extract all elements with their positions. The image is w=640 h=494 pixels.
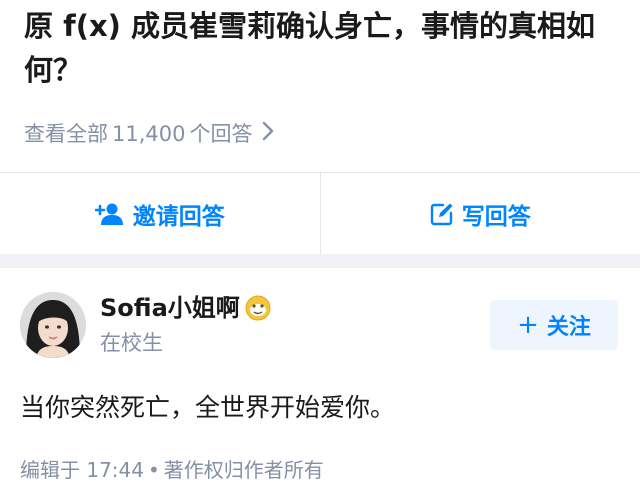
section-divider bbox=[0, 254, 640, 268]
invite-answer-button[interactable]: 邀请回答 bbox=[0, 173, 320, 254]
answers-prefix: 查看全部 bbox=[24, 122, 108, 146]
author-name[interactable]: Sofia小姐啊 bbox=[100, 292, 240, 324]
plus-icon: + bbox=[517, 310, 539, 340]
answer-meta: 编辑于 17:44 • 著作权归作者所有 bbox=[20, 456, 324, 484]
answer-content[interactable]: 当你突然死亡，全世界开始爱你。 bbox=[20, 390, 620, 426]
question-header: 原 f(x) 成员崔雪莉确认身亡，事情的真相如何？ 查看全部 11,400 个回… bbox=[0, 0, 640, 170]
chevron-right-icon bbox=[262, 118, 274, 150]
emoji-badge-icon bbox=[244, 294, 272, 322]
answers-count: 11,400 bbox=[112, 122, 186, 146]
write-answer-label: 写回答 bbox=[461, 203, 531, 230]
invite-answer-label: 邀请回答 bbox=[132, 203, 225, 230]
question-actions: 邀请回答 写回答 bbox=[0, 172, 640, 254]
follow-label: 关注 bbox=[546, 315, 591, 340]
question-title[interactable]: 原 f(x) 成员崔雪莉确认身亡，事情的真相如何？ bbox=[24, 4, 624, 92]
view-all-answers-link[interactable]: 查看全部 11,400 个回答 bbox=[24, 118, 274, 150]
author-bio: 在校生 bbox=[100, 331, 163, 355]
follow-button[interactable]: + 关注 bbox=[490, 300, 618, 350]
copyright-note: 著作权归作者所有 bbox=[163, 458, 324, 482]
author-info: Sofia小姐啊 bbox=[100, 292, 272, 324]
avatar[interactable] bbox=[20, 292, 86, 358]
edit-icon bbox=[430, 202, 454, 226]
add-user-icon bbox=[94, 202, 125, 226]
meta-separator: • bbox=[148, 458, 160, 482]
write-answer-button[interactable]: 写回答 bbox=[319, 173, 640, 254]
edited-time: 编辑于 17:44 bbox=[20, 458, 144, 482]
answer-card: Sofia小姐啊 在校生 + 关注 当你突然死亡，全世界开始爱你。 编辑于 17… bbox=[0, 268, 640, 494]
answers-suffix: 个回答 bbox=[189, 122, 253, 146]
